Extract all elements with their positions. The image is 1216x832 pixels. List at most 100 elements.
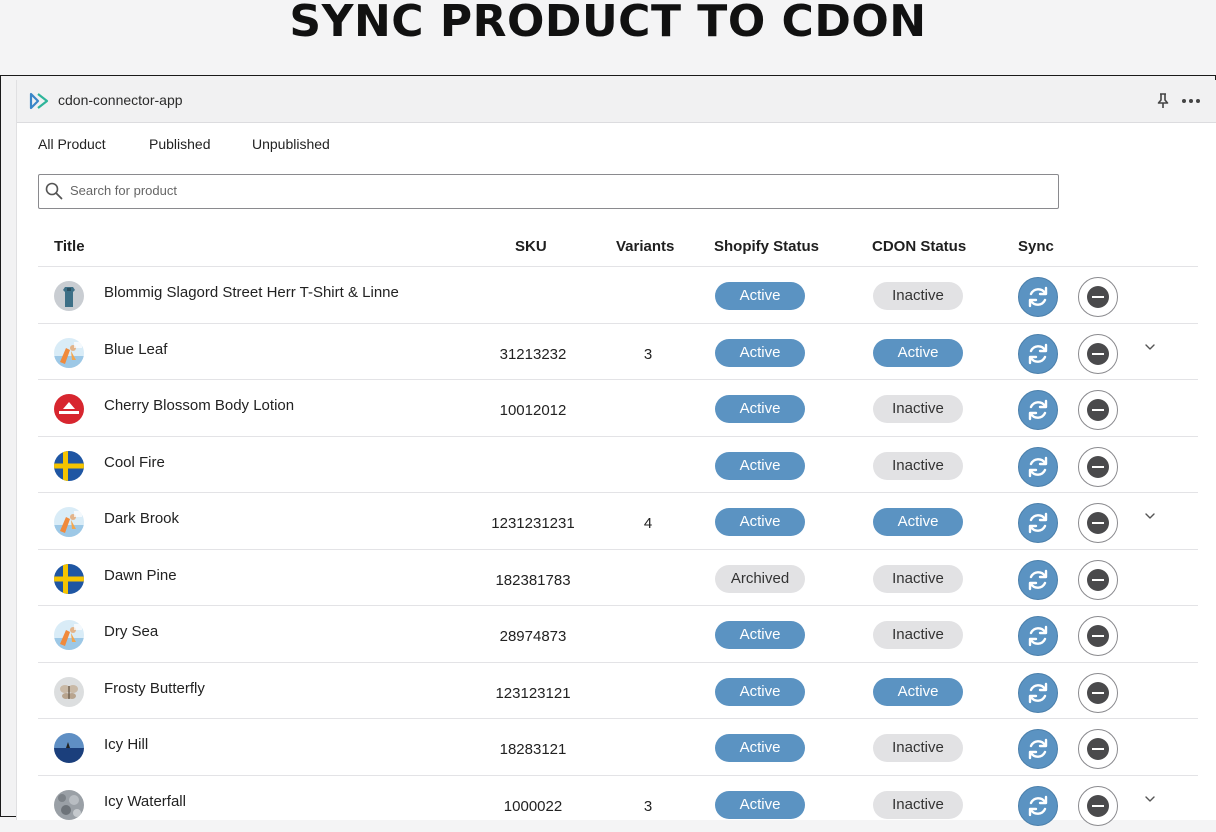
shopify-status-badge: Active	[715, 790, 805, 819]
pin-icon[interactable]	[1155, 92, 1171, 110]
shopify-status-badge: Active	[715, 395, 805, 423]
sync-button[interactable]	[1018, 672, 1058, 713]
product-thumbnail	[54, 450, 84, 481]
chevron-down-icon[interactable]	[1143, 340, 1157, 354]
shopify-status-badge: Active	[715, 338, 805, 367]
sync-icon	[1028, 286, 1048, 308]
product-thumbnail	[54, 337, 84, 368]
product-title: Icy Hill	[104, 736, 149, 753]
remove-button[interactable]	[1078, 503, 1118, 543]
remove-icon	[1087, 681, 1109, 704]
remove-button[interactable]	[1078, 616, 1118, 656]
remove-button[interactable]	[1078, 785, 1118, 826]
sync-icon	[1028, 512, 1048, 534]
app-header: cdon-connector-app	[17, 80, 1216, 123]
table-row[interactable]: Dry Sea 28974873 Active Inactive	[38, 605, 1198, 662]
sync-button[interactable]	[1018, 616, 1058, 656]
table-row[interactable]: Cherry Blossom Body Lotion 10012012 Active…	[38, 379, 1198, 436]
column-header-variants[interactable]: Variants	[616, 238, 674, 255]
table-row[interactable]: Icy Hill 18283121 Active Inactive	[38, 718, 1198, 775]
sync-icon	[1028, 795, 1048, 816]
table-row[interactable]: Cool Fire Active Inactive	[38, 435, 1198, 493]
product-sku: 123123121	[495, 684, 571, 702]
shopify-status-badge: Active	[715, 621, 805, 649]
table-row[interactable]: Frosty Butterfly 123123121 Active Active	[38, 661, 1198, 719]
column-header-sku[interactable]: SKU	[515, 238, 547, 255]
remove-button[interactable]	[1078, 446, 1118, 487]
product-title: Dry Sea	[104, 623, 159, 640]
remove-icon	[1087, 738, 1109, 760]
product-title: Dawn Pine	[104, 566, 177, 584]
shopify-status-badge: Active	[715, 677, 805, 706]
column-header-title[interactable]: Title	[54, 238, 85, 255]
remove-button[interactable]	[1078, 333, 1118, 374]
sync-button[interactable]	[1018, 503, 1058, 543]
more-horizontal-icon[interactable]	[1180, 92, 1202, 110]
product-sku: 10012012	[499, 402, 567, 419]
product-thumbnail	[54, 563, 84, 594]
table-row[interactable]: Icy Waterfall 1000022 3 Active Inactive	[38, 774, 1198, 832]
sync-icon	[1028, 456, 1048, 477]
tab-published[interactable]: Published	[149, 136, 211, 152]
table-row[interactable]: Dawn Pine 182381783 Archived Inactive	[38, 548, 1198, 606]
shopify-status-badge: Active	[715, 734, 805, 762]
product-thumbnail	[54, 394, 84, 424]
search-input[interactable]	[70, 175, 1050, 206]
cdon-status-badge: Active	[873, 677, 963, 706]
chevron-down-icon[interactable]	[1143, 509, 1157, 523]
cdon-status-badge: Inactive	[873, 790, 963, 819]
chevron-down-icon[interactable]	[1143, 792, 1157, 806]
sync-button[interactable]	[1018, 785, 1058, 826]
sync-button[interactable]	[1018, 446, 1058, 487]
remove-button[interactable]	[1078, 672, 1118, 713]
sync-button[interactable]	[1018, 277, 1058, 317]
search-box	[38, 174, 1059, 209]
sync-button[interactable]	[1018, 390, 1058, 430]
remove-button[interactable]	[1078, 729, 1118, 769]
column-header-shopify-status[interactable]: Shopify Status	[714, 238, 819, 255]
sync-icon	[1028, 625, 1048, 647]
table-row[interactable]: Blommig Slagord Street Herr T-Shirt & Li…	[38, 266, 1198, 323]
shopify-status-badge: Active	[715, 508, 805, 536]
table-row[interactable]: Dark Brook 1231231231 4 Active Active	[38, 492, 1198, 549]
remove-button[interactable]	[1078, 559, 1118, 600]
remove-button[interactable]	[1078, 390, 1118, 430]
page-banner: SYNC PRODUCT TO CDON	[0, 0, 1216, 74]
remove-button[interactable]	[1078, 277, 1118, 317]
app-title: cdon-connector-app	[58, 92, 183, 108]
tab-all-product[interactable]: All Product	[38, 136, 106, 152]
cdon-status-badge: Inactive	[873, 734, 963, 762]
remove-icon	[1087, 399, 1109, 421]
app-window: cdon-connector-app All Product Published…	[16, 80, 1216, 826]
product-variants: 4	[643, 515, 653, 532]
remove-icon	[1087, 568, 1109, 591]
sync-button[interactable]	[1018, 729, 1058, 769]
shopify-status-badge: Active	[715, 451, 805, 480]
sync-button[interactable]	[1018, 333, 1058, 374]
sync-icon	[1028, 399, 1048, 421]
sync-button[interactable]	[1018, 559, 1058, 600]
product-thumbnail	[54, 676, 84, 707]
sync-icon	[1028, 738, 1048, 760]
product-title: Cherry Blossom Body Lotion	[104, 397, 295, 414]
column-header-sync[interactable]: Sync	[1018, 238, 1054, 255]
product-thumbnail	[54, 281, 84, 311]
cdon-status-badge: Inactive	[873, 282, 963, 310]
remove-icon	[1087, 794, 1109, 817]
table-row[interactable]: Blue Leaf 31213232 3 Active Active	[38, 322, 1198, 380]
tab-unpublished[interactable]: Unpublished	[252, 136, 330, 152]
search-icon	[45, 182, 63, 200]
cdon-status-badge: Inactive	[873, 395, 963, 423]
sync-icon	[1028, 343, 1048, 364]
cdon-status-badge: Active	[873, 338, 963, 367]
product-thumbnail	[54, 733, 84, 763]
cdon-status-badge: Inactive	[873, 564, 963, 593]
product-thumbnail	[54, 620, 84, 650]
column-header-cdon-status[interactable]: CDON Status	[872, 238, 966, 255]
product-variants: 3	[643, 345, 653, 363]
cdon-status-badge: Active	[873, 508, 963, 536]
page-heading: SYNC PRODUCT TO CDON	[289, 0, 927, 47]
sync-icon	[1028, 569, 1048, 590]
product-sku: 1231231231	[491, 515, 575, 532]
cdon-status-badge: Inactive	[873, 451, 963, 480]
